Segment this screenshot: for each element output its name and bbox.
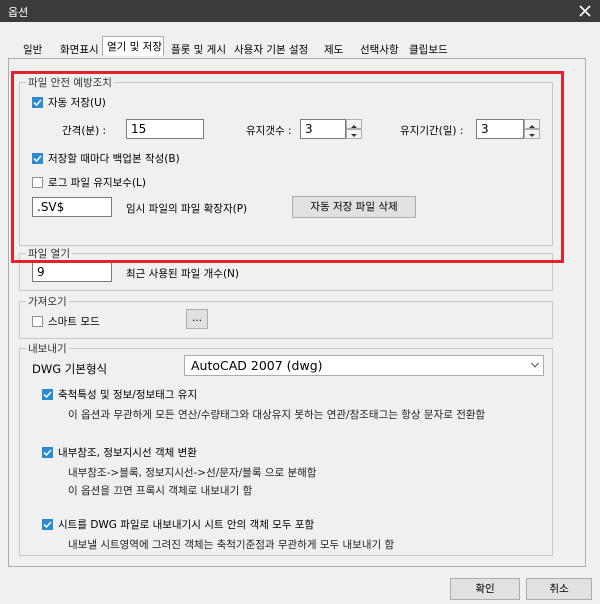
export-opt2-checkbox[interactable] xyxy=(42,447,53,458)
spin-up-icon[interactable] xyxy=(524,119,540,129)
export-group: 내보내기 DWG 기본형식 AutoCAD 2007 (dwg) 축척특성 및 … xyxy=(19,341,553,556)
dwg-format-select[interactable]: AutoCAD 2007 (dwg) xyxy=(184,355,544,376)
log-checkbox[interactable] xyxy=(32,177,43,188)
chevron-down-icon xyxy=(531,362,539,368)
smart-mode-label: 스마트 모드 xyxy=(48,316,100,328)
temp-extension-label: 임시 파일의 파일 확장자(P) xyxy=(126,203,248,215)
tab-general[interactable]: 일반 xyxy=(23,42,42,56)
tab-clipboard[interactable]: 클립보드 xyxy=(409,42,448,56)
options-dialog: 일반 화면표시 열기 및 저장 플롯 및 게시 사용자 기본 설정 제도 선택사… xyxy=(0,22,600,604)
file-safety-group: 파일 안전 예방조치 자동 저장(U) 간격(분) : 15 유지갯수 : 3 … xyxy=(19,75,553,246)
temp-extension-input[interactable]: .SV$ xyxy=(32,197,112,217)
export-opt3-label: 시트를 DWG 파일로 내보내기시 시트 안의 객체 모두 포함 xyxy=(58,519,315,531)
tab-selection[interactable]: 선택사항 xyxy=(360,42,399,56)
import-group: 가져오기 스마트 모드 ... xyxy=(19,294,553,339)
file-open-group: 파일 열기 9 최근 사용된 파일 개수(N) xyxy=(19,246,553,291)
spin-down-icon[interactable] xyxy=(346,129,362,139)
export-opt3-description: 내보낼 시트영역에 그려진 객체는 축척기준점과 무관하게 모두 내보내기 함 xyxy=(68,539,395,551)
import-browse-button[interactable]: ... xyxy=(186,309,208,329)
tab-drafting[interactable]: 제도 xyxy=(324,42,343,56)
keep-period-spinner[interactable] xyxy=(524,119,540,139)
recent-files-label: 최근 사용된 파일 개수(N) xyxy=(126,268,239,280)
interval-label: 간격(분) : xyxy=(62,125,107,137)
keep-count-input[interactable]: 3 xyxy=(300,119,346,139)
dwg-format-label: DWG 기본형식 xyxy=(32,362,108,376)
tab-plot-publish[interactable]: 플롯 및 게시 xyxy=(171,42,226,56)
backup-checkbox[interactable] xyxy=(32,153,43,164)
tab-bar: 일반 화면표시 열기 및 저장 플롯 및 게시 사용자 기본 설정 제도 선택사… xyxy=(0,22,600,60)
spin-up-icon[interactable] xyxy=(346,119,362,129)
log-label: 로그 파일 유지보수(L) xyxy=(48,177,146,189)
keep-period-label: 유지기간(일) : xyxy=(400,125,464,137)
tab-user-preferences[interactable]: 사용자 기본 설정 xyxy=(234,42,308,56)
delete-autosave-button[interactable]: 자동 저장 파일 삭제 xyxy=(292,196,416,218)
dwg-format-value: AutoCAD 2007 (dwg) xyxy=(191,358,323,373)
export-opt1-description: 이 옵션과 무관하게 모든 연산/수량태그와 대상유지 못하는 연관/참조태그는… xyxy=(68,409,486,421)
window-title: 옵션 xyxy=(8,6,29,19)
keep-period-input[interactable]: 3 xyxy=(476,119,524,139)
backup-label: 저장할 때마다 백업본 작성(B) xyxy=(48,153,180,165)
recent-files-input[interactable]: 9 xyxy=(32,262,112,282)
autosave-checkbox[interactable] xyxy=(32,97,43,108)
export-opt2-description-2: 이 옵션을 끄면 프록시 객체로 내보내기 함 xyxy=(68,485,253,497)
close-icon[interactable] xyxy=(576,2,594,20)
file-open-group-label: 파일 열기 xyxy=(26,246,72,261)
spin-down-icon[interactable] xyxy=(524,129,540,139)
title-bar: 옵션 xyxy=(0,0,600,22)
smart-mode-checkbox[interactable] xyxy=(32,316,43,327)
import-group-label: 가져오기 xyxy=(26,294,69,309)
export-opt1-checkbox[interactable] xyxy=(42,389,53,400)
interval-input[interactable]: 15 xyxy=(126,119,204,139)
file-safety-group-label: 파일 안전 예방조치 xyxy=(26,75,114,90)
autosave-label: 자동 저장(U) xyxy=(48,97,106,109)
keep-count-label: 유지갯수 : xyxy=(246,125,292,137)
export-opt2-label: 내부참조, 정보지시선 객체 변환 xyxy=(58,447,197,459)
tab-open-save[interactable]: 열기 및 저장 xyxy=(102,36,164,56)
cancel-button[interactable]: 취소 xyxy=(526,578,592,600)
tab-content-panel: 파일 안전 예방조치 자동 저장(U) 간격(분) : 15 유지갯수 : 3 … xyxy=(8,58,586,567)
export-opt1-label: 축척특성 및 정보/정보태그 유지 xyxy=(58,389,198,401)
export-group-label: 내보내기 xyxy=(26,341,69,356)
tab-display[interactable]: 화면표시 xyxy=(60,42,99,56)
export-opt3-checkbox[interactable] xyxy=(42,519,53,530)
ok-button[interactable]: 확인 xyxy=(450,578,520,600)
keep-count-spinner[interactable] xyxy=(346,119,362,139)
export-opt2-description-1: 내부참조->블록, 정보지시선->선/문자/블록 으로 분해함 xyxy=(68,467,317,479)
